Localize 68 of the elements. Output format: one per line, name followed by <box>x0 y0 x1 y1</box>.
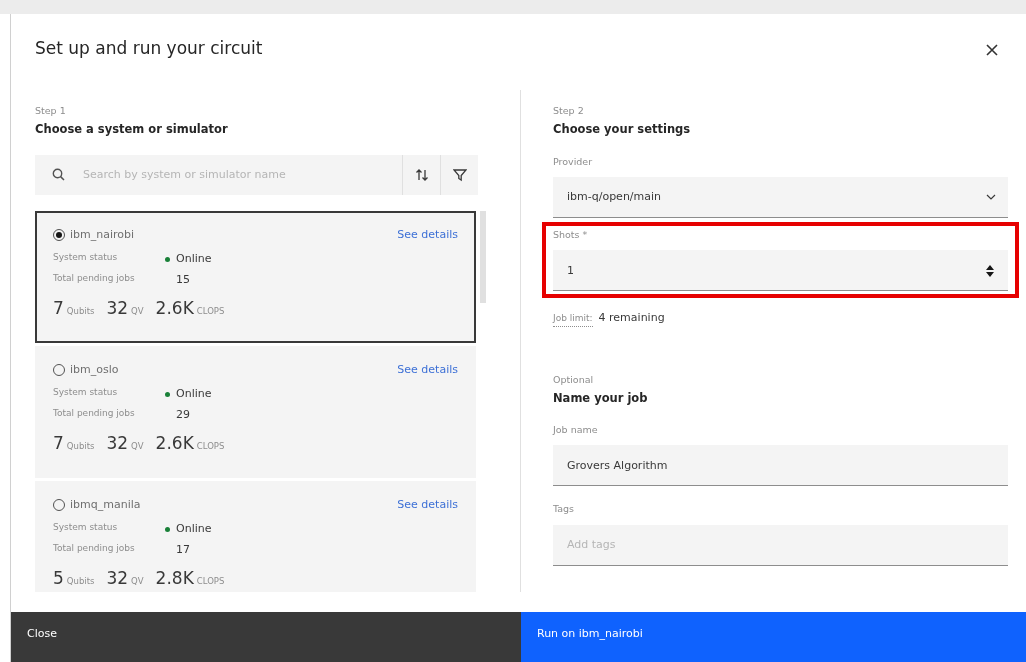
status-text: Online <box>176 386 212 402</box>
metric-unit: CLOPS <box>196 576 225 586</box>
metric-unit: Qubits <box>66 441 95 451</box>
section-heading: Choose your settings <box>553 121 692 139</box>
search-field[interactable]: Search by system or simulator name <box>81 154 402 195</box>
provider-value: ibm-q/open/main <box>567 188 663 205</box>
metric-unit: Qubits <box>66 576 95 586</box>
pending-jobs-count: 17 <box>175 541 191 558</box>
provider-dropdown[interactable]: ibm-q/open/main <box>553 176 1008 218</box>
metric-unit: QV <box>131 441 144 451</box>
run-button[interactable]: Run on ibm_nairobi <box>521 612 1026 662</box>
section-heading: Choose a system or simulator <box>35 121 229 139</box>
system-card[interactable]: ibmq_manila See details System status Online Total pending jobs 17 5 Qubits 32 QV 2.8K CLOPS <box>35 480 476 592</box>
field-label: Total pending jobs <box>53 406 136 420</box>
metric-unit: Qubits <box>66 306 95 316</box>
sort-button[interactable] <box>402 154 440 195</box>
field-label: System status <box>53 251 119 264</box>
system-card[interactable]: ibm_nairobi See details System status Online Total pending jobs 15 7 Qubits 32 QV 2.6K CLOPS <box>35 210 476 343</box>
stepper-icon[interactable] <box>986 265 994 277</box>
job-limit-value: 4 remaining <box>598 310 665 326</box>
search-icon <box>51 168 65 181</box>
system-name: ibmq_manila <box>70 496 141 513</box>
filter-button[interactable] <box>440 154 478 195</box>
step-label: Step 1 <box>35 104 67 118</box>
dialog-title: Set up and run your circuit <box>35 37 263 60</box>
metric-value: 32 <box>106 298 129 318</box>
metric-unit: QV <box>131 306 144 316</box>
see-details-link[interactable]: See details <box>397 226 458 243</box>
metric-value: 32 <box>106 433 129 453</box>
field-label: Tags <box>553 502 576 517</box>
metric-value: 7 <box>53 298 64 318</box>
tags-input[interactable]: Add tags <box>553 524 1008 566</box>
field-label: Total pending jobs <box>53 541 136 555</box>
shots-input[interactable]: 1 <box>553 250 1008 291</box>
metric-value: 32 <box>106 568 129 588</box>
status-text: Online <box>176 251 212 267</box>
field-label: Provider <box>553 154 594 169</box>
metric-value: 7 <box>53 433 64 453</box>
section-heading: Name your job <box>553 389 649 407</box>
metric-value: 5 <box>53 568 64 588</box>
chevron-down-icon <box>986 193 996 200</box>
field-label: Job name <box>553 423 599 437</box>
job-limit-label[interactable]: Job limit: <box>553 312 593 327</box>
field-label: System status <box>53 521 119 534</box>
system-name: ibm_nairobi <box>70 226 135 243</box>
step-label: Optional <box>553 372 595 387</box>
system-card[interactable]: ibm_oslo See details System status Online Total pending jobs 29 7 Qubits 32 QV 2.6K CLOPS <box>35 345 476 478</box>
see-details-link[interactable]: See details <box>397 496 458 513</box>
close-button[interactable]: Close <box>11 612 521 662</box>
status-text: Online <box>176 521 212 537</box>
system-name: ibm_oslo <box>70 361 119 378</box>
field-label: Shots * <box>553 227 589 242</box>
metric-value: 2.6K <box>155 433 194 453</box>
metric-unit: CLOPS <box>196 306 225 316</box>
job-name-input[interactable]: Grovers Algorithm <box>553 445 1008 487</box>
metric-unit: QV <box>131 576 144 586</box>
pending-jobs-count: 29 <box>175 406 191 423</box>
step-label: Step 2 <box>553 104 585 118</box>
sort-icon <box>414 167 429 182</box>
scrollbar[interactable] <box>480 210 486 303</box>
metric-unit: CLOPS <box>196 441 225 451</box>
field-label: System status <box>53 386 119 399</box>
see-details-link[interactable]: See details <box>397 361 458 378</box>
metric-value: 2.8K <box>155 568 194 588</box>
pending-jobs-count: 15 <box>175 271 191 288</box>
filter-icon <box>452 167 467 182</box>
field-label: Total pending jobs <box>53 271 136 285</box>
metric-value: 2.6K <box>155 298 194 318</box>
